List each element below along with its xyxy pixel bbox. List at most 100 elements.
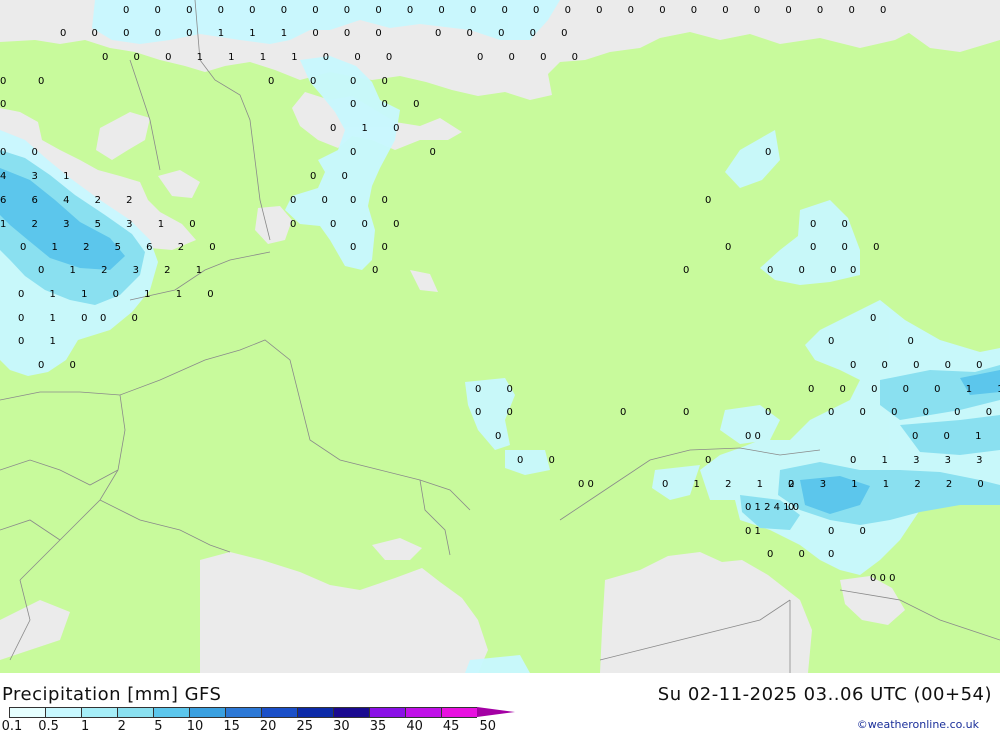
map-footer: Precipitation [mm] GFS Su 02-11-2025 03.… — [0, 673, 1000, 734]
map-value: 0 0 — [517, 455, 566, 466]
legend-tick-label: 45 — [442, 719, 460, 734]
legend-tick-label: 30 — [333, 719, 350, 734]
map-value: 4 3 1 — [0, 171, 80, 182]
legend-swatch — [297, 707, 333, 718]
map-value: 0 0 — [475, 384, 524, 395]
map-value: 0 0 0 — [870, 573, 895, 584]
legend-swatch — [45, 707, 81, 718]
map-value: 0 0 — [310, 171, 359, 182]
map-value: 0 0 — [350, 195, 399, 206]
legend-ticks: 0.1 0.5 1 2 5 10 15 20 25 30 35 40 45 50 — [0, 719, 560, 734]
legend-tick-label: 20 — [259, 719, 277, 734]
map-value: 0 1 0 — [330, 123, 410, 134]
map-value: 0 1 2 1 2 3 1 1 2 2 0 — [662, 479, 995, 490]
legend-swatch — [441, 707, 477, 718]
legend-tick-label: 1 — [81, 719, 90, 734]
map-value: 0 0 — [828, 336, 949, 347]
legend-arrow-icon — [477, 707, 515, 717]
map-value: 0 — [870, 313, 876, 324]
map-value: 0 — [725, 242, 731, 253]
legend-tick-label: 2 — [117, 719, 126, 734]
map-value: 0 — [705, 195, 711, 206]
map-value: 0 0 — [290, 195, 339, 206]
map-value: 0 — [788, 502, 805, 513]
map-value: 0 0 — [350, 76, 399, 87]
map-value: 0 0 — [38, 360, 87, 371]
map-value: 0 — [0, 99, 6, 110]
credit-link[interactable]: ©weatheronline.co.uk — [857, 718, 979, 731]
legend-swatch — [81, 707, 117, 718]
map-title: Precipitation [mm] GFS — [2, 684, 222, 705]
map-value: 0 1 2 5 6 2 0 — [20, 242, 227, 253]
map-value: 6 6 4 2 2 — [0, 195, 144, 206]
legend-tick-label: 10 — [186, 719, 204, 734]
map-value: 0 0 — [828, 526, 877, 537]
map-value: 0 0 0 0 0 1 1 1 0 0 0 — [60, 28, 393, 39]
legend-tick-label: 5 — [154, 719, 163, 734]
color-legend — [9, 707, 515, 719]
map-value: 0 0 — [350, 147, 471, 158]
map-value: 0 — [683, 407, 689, 418]
map-value: 0 0 0 0 0 0 0 1 1 — [828, 407, 1000, 418]
map-value: 0 0 — [0, 147, 49, 158]
map-value: 0 0 0 0 0 0 0 0 0 0 0 0 0 0 0 0 0 0 0 0 … — [123, 5, 897, 16]
legend-tick-label: 0.5 — [38, 719, 59, 734]
map-value: 0 1 — [18, 336, 67, 347]
map-value: 0 1 0 — [18, 313, 98, 324]
map-value: 0 — [765, 407, 771, 418]
map-value: 0 1 2 3 2 1 — [38, 265, 213, 276]
map-value: 0 0 0 0 0 — [435, 28, 579, 39]
legend-swatch — [261, 707, 297, 718]
map-value: 0 0 — [100, 313, 149, 324]
map-value: 0 0 0 — [350, 99, 430, 110]
map-value: 0 0 — [578, 479, 594, 490]
map-value: 0 0 0 0 0 1 1 2 2 2 — [808, 384, 1000, 395]
map-value: 0 0 0 0 — [477, 52, 589, 63]
map-value: 0 — [290, 219, 296, 230]
map-value: 0 — [38, 76, 44, 87]
legend-swatch — [225, 707, 261, 718]
map-value: 0 — [620, 407, 626, 418]
map-value: 0 0 0 0 0 1 1 1 1 — [850, 360, 1000, 371]
map-value: 0 0 — [745, 431, 761, 442]
legend-tick-label: 35 — [369, 719, 387, 734]
map-value: 0 0 0 — [767, 265, 847, 276]
legend-swatch — [189, 707, 225, 718]
map-value: 1 2 3 5 3 1 0 — [0, 219, 207, 230]
map-value: 0 0 — [475, 407, 524, 418]
forecast-datetime: Su 02-11-2025 03..06 UTC (00+54) — [657, 684, 992, 705]
legend-tick-label: 15 — [223, 719, 240, 734]
legend-swatch — [117, 707, 153, 718]
map-value: 0 — [788, 479, 805, 490]
map-value: 0 — [850, 265, 856, 276]
map-value: 0 1 — [745, 526, 761, 537]
legend-tick-label: 50 — [479, 719, 497, 734]
map-value: 0 0 — [767, 549, 816, 560]
map-value: 0 — [372, 265, 378, 276]
map-value: 0 — [310, 76, 316, 87]
map-value: 0 0 0 — [810, 242, 890, 253]
legend-swatch — [405, 707, 441, 718]
map-value: 0 — [495, 431, 501, 442]
map-value: 0 0 0 1 1 1 1 0 0 0 — [102, 52, 403, 63]
legend-swatch — [9, 707, 45, 718]
map-value: 0 1 3 3 3 2 3 1 — [850, 455, 1000, 466]
map-value: 0 — [705, 455, 722, 466]
legend-tick-label: 0.1 — [1, 719, 23, 734]
legend-swatch — [369, 707, 405, 718]
map-value: 0 0 0 — [330, 219, 410, 230]
map-value: 0 — [0, 76, 6, 87]
legend-tick-label: 25 — [296, 719, 314, 734]
map-value: 0 — [268, 76, 274, 87]
precipitation-map[interactable]: 0 0 0 0 0 0 0 0 0 0 0 0 0 0 0 0 0 0 0 0 … — [0, 0, 1000, 673]
map-value: 0 0 — [810, 219, 859, 230]
map-value: 0 0 1 2 3 — [912, 431, 1000, 442]
legend-swatch — [153, 707, 189, 718]
map-value: 0 1 1 0 1 1 0 — [18, 289, 225, 300]
legend-swatch — [333, 707, 369, 718]
map-value: 0 — [765, 147, 771, 158]
legend-tick-label: 40 — [406, 719, 423, 734]
map-value: 0 — [828, 549, 845, 560]
map-value: 0 — [683, 265, 689, 276]
map-value: 0 0 — [350, 242, 399, 253]
